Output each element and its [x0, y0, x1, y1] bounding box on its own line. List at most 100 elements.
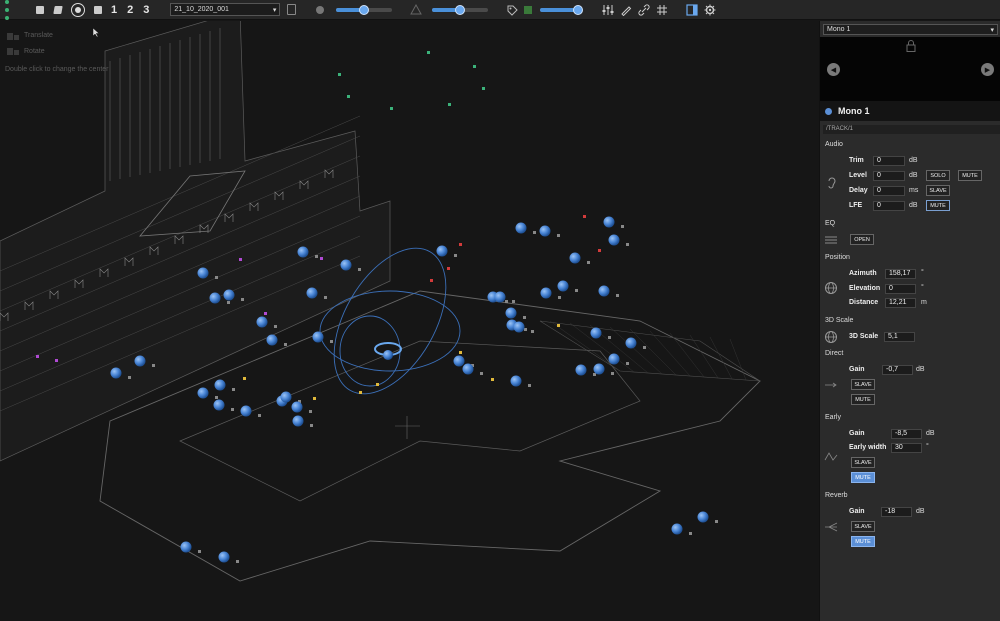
- early-gain-input[interactable]: -8,5: [891, 429, 922, 439]
- speaker-sphere: [340, 259, 352, 271]
- early-slave-button[interactable]: SLAVE: [851, 457, 875, 468]
- trim-unit: dB: [909, 157, 918, 164]
- speaker-sphere: [266, 334, 278, 346]
- speaker-marker: [531, 330, 534, 333]
- reverb-fan-icon: [825, 522, 838, 532]
- direct-arrow-icon: [825, 382, 837, 388]
- reverb-gain-input[interactable]: -18: [881, 507, 912, 517]
- lock-icon[interactable]: [906, 40, 916, 52]
- record-circle-button[interactable]: [70, 2, 86, 18]
- track-select[interactable]: Mono 1 ▾: [823, 24, 998, 35]
- speaker-sphere: [608, 234, 620, 246]
- direct-mute-button[interactable]: MUTE: [851, 394, 875, 405]
- speaker-marker: [236, 560, 239, 563]
- speaker-marker: [258, 414, 261, 417]
- speaker-marker: [587, 261, 590, 264]
- delay-input[interactable]: 0: [873, 186, 905, 196]
- direct-gain-input[interactable]: -0,7: [882, 365, 913, 375]
- object-marker: [430, 279, 433, 282]
- pen-icon[interactable]: [618, 2, 634, 18]
- speaker-sphere: [598, 285, 610, 297]
- object-marker: [359, 391, 362, 394]
- 3d-viewport[interactable]: Translate Rotate Double click to change …: [0, 21, 818, 621]
- view-front-cube-icon[interactable]: [50, 2, 66, 18]
- level-input[interactable]: 0: [873, 171, 905, 181]
- early-width-input[interactable]: 30: [891, 443, 922, 453]
- panel-layout-icon[interactable]: [684, 2, 700, 18]
- scene-select[interactable]: 21_10_2020_001 ▾: [170, 3, 281, 16]
- speaker-marker: [232, 388, 235, 391]
- speaker-marker: [152, 364, 155, 367]
- image-icon: [520, 2, 536, 18]
- speaker-sphere: [515, 222, 527, 234]
- sphere-size-slider[interactable]: [336, 4, 393, 15]
- preset-2-button[interactable]: 2: [122, 4, 138, 16]
- reverb-slave-button[interactable]: SLAVE: [851, 521, 875, 532]
- delay-unit: ms: [909, 187, 919, 194]
- mixer-sliders-icon[interactable]: [600, 2, 616, 18]
- speaker-marker: [215, 276, 218, 279]
- speaker-marker: [575, 289, 578, 292]
- speaker-marker: [480, 372, 483, 375]
- speaker-sphere: [213, 399, 225, 411]
- speaker-sphere: [209, 292, 221, 304]
- scene-canvas[interactable]: [0, 21, 818, 621]
- speaker-marker: [505, 300, 508, 303]
- next-track-button[interactable]: ▶: [981, 63, 994, 76]
- object-marker: [264, 312, 267, 315]
- preset-1-button[interactable]: 1: [106, 4, 122, 16]
- speaker-sphere: [590, 327, 602, 339]
- speaker-sphere: [625, 337, 637, 349]
- scale-input[interactable]: 5,1: [884, 332, 915, 342]
- lfe-input[interactable]: 0: [873, 201, 905, 211]
- speaker-marker: [128, 376, 131, 379]
- prev-track-button[interactable]: ◀: [827, 63, 840, 76]
- speaker-sphere: [453, 355, 465, 367]
- position-section-title: Position: [825, 254, 850, 261]
- speaker-sphere: [218, 551, 230, 563]
- audio-slave-button[interactable]: SLAVE: [926, 185, 950, 196]
- link-icon[interactable]: [636, 2, 652, 18]
- distance-input[interactable]: 12,21: [885, 298, 916, 308]
- speaker-marker: [523, 316, 526, 319]
- speaker-sphere: [312, 331, 324, 343]
- speaker-sphere: [240, 405, 252, 417]
- direct-slave-button[interactable]: SLAVE: [851, 379, 875, 390]
- speaker-marker: [231, 408, 234, 411]
- view-top-cube-icon[interactable]: [32, 2, 48, 18]
- eq-section-title: EQ: [825, 220, 836, 227]
- object-marker: [376, 383, 379, 386]
- eq-open-button[interactable]: OPEN: [850, 234, 874, 245]
- lfe-mute-button[interactable]: MUTE: [926, 200, 950, 211]
- preset-3-button[interactable]: 3: [138, 4, 154, 16]
- elevation-input[interactable]: 0: [885, 284, 916, 294]
- warning-triangle-icon: [408, 2, 424, 18]
- gear-icon[interactable]: [702, 2, 718, 18]
- mouse-cursor-icon: [92, 27, 100, 38]
- grid-hatch-line: [609, 326, 663, 375]
- speaker-sphere: [671, 523, 683, 535]
- audio-mute-button[interactable]: MUTE: [958, 170, 982, 181]
- trim-input[interactable]: 0: [873, 156, 905, 166]
- speaker-sphere: [462, 363, 474, 375]
- azimuth-input[interactable]: 158,17: [885, 269, 916, 279]
- object-marker: [338, 73, 341, 76]
- object-marker: [491, 378, 494, 381]
- speaker-sphere: [197, 387, 209, 399]
- document-icon[interactable]: [287, 4, 297, 15]
- early-mute-button[interactable]: MUTE: [851, 472, 875, 483]
- zoom-slider[interactable]: [540, 4, 584, 15]
- direct-gain-label: Gain: [849, 366, 865, 373]
- solo-button[interactable]: SOLO: [926, 170, 950, 181]
- chevron-down-icon: ▾: [990, 26, 994, 34]
- view-side-cube-icon[interactable]: [90, 2, 106, 18]
- grid-icon[interactable]: [654, 2, 670, 18]
- speaker-sphere: [214, 379, 226, 391]
- opacity-slider[interactable]: [432, 4, 489, 15]
- speaker-sphere: [603, 216, 615, 228]
- sphere-icon: [312, 2, 328, 18]
- object-marker: [55, 359, 58, 362]
- object-marker: [447, 267, 450, 270]
- reverb-mute-button[interactable]: MUTE: [851, 536, 875, 547]
- speaker-marker: [310, 424, 313, 427]
